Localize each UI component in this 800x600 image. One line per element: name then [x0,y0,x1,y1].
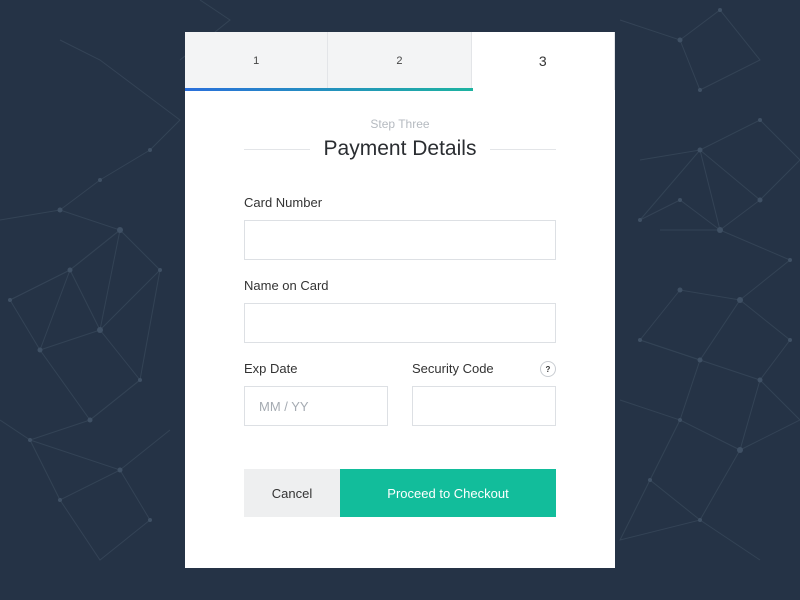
exp-date-field-group: Exp Date [244,360,388,426]
step-label: Step Three [370,117,430,131]
title-row: Payment Details [244,137,556,161]
exp-security-row: Exp Date Security Code ? [244,360,556,426]
payment-form: Card Number Name on Card Exp Date Securi… [244,194,556,426]
step-progress-bar [185,88,474,91]
security-code-input[interactable] [412,386,556,426]
step-tabs: 1 2 3 [185,32,615,91]
name-on-card-field-group: Name on Card [244,277,556,360]
help-question-icon[interactable]: ? [540,361,556,377]
exp-date-input[interactable] [244,386,388,426]
exp-date-label: Exp Date [244,361,298,376]
page-title: Payment Details [323,137,477,160]
payment-wizard-card: 1 2 3 Step Three Payment Details Card Nu… [185,32,615,568]
name-on-card-input[interactable] [244,303,556,343]
step-tab-1[interactable]: 1 [185,32,329,90]
security-code-label: Security Code [412,361,494,376]
title-divider-right [490,148,556,150]
step-tab-2[interactable]: 2 [328,32,472,90]
card-number-input[interactable] [244,220,556,260]
form-actions: Cancel Proceed to Checkout [244,469,556,517]
form-header: Step Three Payment Details [185,117,615,161]
security-code-header: Security Code ? [412,360,556,378]
card-number-field-group: Card Number [244,194,556,277]
security-code-field-group: Security Code ? [412,360,556,426]
cancel-button[interactable]: Cancel [244,469,340,517]
title-divider-left [244,148,310,150]
card-number-label: Card Number [244,195,323,210]
proceed-to-checkout-button[interactable]: Proceed to Checkout [340,469,556,517]
step-tab-3[interactable]: 3 [471,32,615,90]
name-on-card-label: Name on Card [244,278,329,293]
